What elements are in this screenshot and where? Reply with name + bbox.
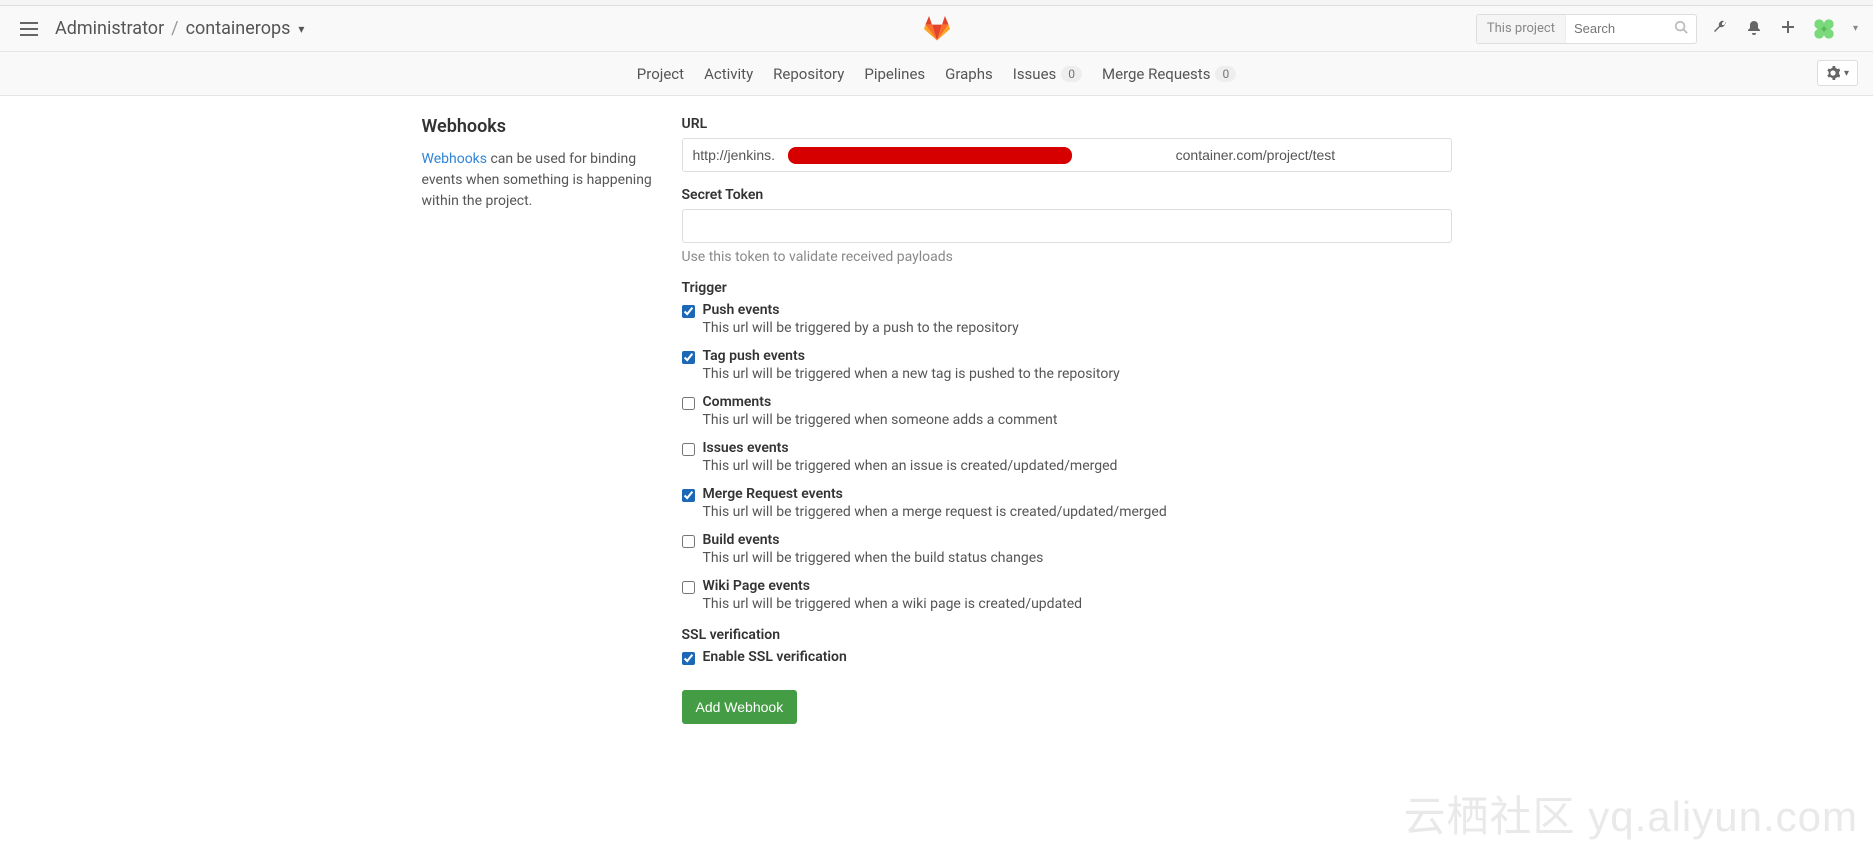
- nav-tabs: Project Activity Repository Pipelines Gr…: [637, 55, 1236, 93]
- trigger-label: Issues events: [703, 440, 1452, 456]
- trigger-item: Build events This url will be triggered …: [682, 532, 1452, 566]
- form-column: URL Secret Token Use this token to valid…: [682, 116, 1452, 724]
- tab-project[interactable]: Project: [637, 55, 684, 93]
- trigger-group: Trigger Push events This url will be tri…: [682, 280, 1452, 612]
- trigger-label: Merge Request events: [703, 486, 1452, 502]
- trigger-checkbox[interactable]: [682, 581, 695, 594]
- secret-help: Use this token to validate received payl…: [682, 249, 1452, 265]
- tab-mr-label: Merge Requests: [1102, 65, 1210, 83]
- trigger-desc: This url will be triggered by a push to …: [703, 320, 1452, 336]
- gear-icon: [1826, 66, 1840, 80]
- issues-badge: 0: [1061, 66, 1082, 82]
- trigger-item: Merge Request events This url will be tr…: [682, 486, 1452, 520]
- page-description: Webhooks can be used for binding events …: [422, 149, 662, 212]
- tab-graphs[interactable]: Graphs: [945, 55, 993, 93]
- trigger-label: Build events: [703, 532, 1452, 548]
- trigger-label: Push events: [703, 302, 1452, 318]
- webhooks-link[interactable]: Webhooks: [422, 151, 488, 167]
- trigger-item: Push events This url will be triggered b…: [682, 302, 1452, 336]
- trigger-checkbox[interactable]: [682, 443, 695, 456]
- header-right: This project ▾: [1476, 14, 1858, 44]
- trigger-desc: This url will be triggered when someone …: [703, 412, 1452, 428]
- trigger-desc: This url will be triggered when an issue…: [703, 458, 1452, 474]
- settings-button[interactable]: ▾: [1817, 60, 1858, 86]
- wrench-icon[interactable]: [1709, 16, 1731, 42]
- watermark: 云栖社区 yq.aliyun.com: [1404, 783, 1858, 844]
- trigger-desc: This url will be triggered when a wiki p…: [703, 596, 1452, 612]
- ssl-checkbox[interactable]: [682, 652, 695, 665]
- add-webhook-button[interactable]: Add Webhook: [682, 690, 798, 724]
- user-avatar[interactable]: [1811, 16, 1837, 42]
- avatar-image: [1812, 17, 1836, 41]
- tab-repository[interactable]: Repository: [773, 55, 844, 93]
- secret-input[interactable]: [682, 209, 1452, 243]
- chevron-down-icon: ▾: [1844, 68, 1849, 79]
- tab-issues[interactable]: Issues 0: [1013, 55, 1082, 93]
- trigger-desc: This url will be triggered when the buil…: [703, 550, 1452, 566]
- secret-label: Secret Token: [682, 187, 1452, 203]
- mr-badge: 0: [1215, 66, 1236, 82]
- search-input[interactable]: [1566, 21, 1666, 36]
- nav-row: Project Activity Repository Pipelines Gr…: [0, 52, 1873, 96]
- trigger-checkbox[interactable]: [682, 535, 695, 548]
- content: Webhooks Webhooks can be used for bindin…: [407, 116, 1467, 724]
- trigger-checkbox[interactable]: [682, 397, 695, 410]
- trigger-desc: This url will be triggered when a merge …: [703, 504, 1452, 520]
- tab-issues-label: Issues: [1013, 65, 1057, 83]
- ssl-group: SSL verification Enable SSL verification: [682, 627, 1452, 665]
- ssl-label: SSL verification: [682, 627, 1452, 643]
- trigger-item: Wiki Page events This url will be trigge…: [682, 578, 1452, 612]
- trigger-checkbox[interactable]: [682, 489, 695, 502]
- header-bar: Administrator / containerops ▾ This proj…: [0, 6, 1873, 52]
- trigger-item: Comments This url will be triggered when…: [682, 394, 1452, 428]
- plus-icon[interactable]: [1777, 16, 1799, 42]
- secret-group: Secret Token Use this token to validate …: [682, 187, 1452, 265]
- trigger-item: Issues events This url will be triggered…: [682, 440, 1452, 474]
- gitlab-logo[interactable]: [923, 16, 951, 46]
- search-icon[interactable]: [1666, 20, 1696, 38]
- search-box: This project: [1476, 14, 1697, 44]
- left-column: Webhooks Webhooks can be used for bindin…: [422, 116, 682, 724]
- bell-icon[interactable]: [1743, 16, 1765, 42]
- trigger-checkbox[interactable]: [682, 305, 695, 318]
- page-title: Webhooks: [422, 116, 662, 137]
- trigger-desc: This url will be triggered when a new ta…: [703, 366, 1452, 382]
- breadcrumb[interactable]: Administrator / containerops ▾: [53, 18, 306, 39]
- search-scope[interactable]: This project: [1477, 15, 1566, 43]
- trigger-label: Trigger: [682, 280, 1452, 296]
- ssl-check-label: Enable SSL verification: [703, 649, 1452, 665]
- trigger-label: Wiki Page events: [703, 578, 1452, 594]
- breadcrumb-project[interactable]: containerops: [186, 18, 291, 39]
- tab-activity[interactable]: Activity: [704, 55, 753, 93]
- trigger-item: Tag push events This url will be trigger…: [682, 348, 1452, 382]
- trigger-label: Tag push events: [703, 348, 1452, 364]
- breadcrumb-separator: /: [171, 18, 178, 39]
- breadcrumb-owner[interactable]: Administrator: [55, 18, 164, 39]
- chevron-down-icon[interactable]: ▾: [298, 22, 304, 36]
- url-label: URL: [682, 116, 1452, 132]
- avatar-chevron-icon[interactable]: ▾: [1853, 23, 1858, 34]
- trigger-list: Push events This url will be triggered b…: [682, 302, 1452, 612]
- trigger-label: Comments: [703, 394, 1452, 410]
- ssl-check-item: Enable SSL verification: [682, 649, 1452, 665]
- url-group: URL: [682, 116, 1452, 172]
- tab-merge-requests[interactable]: Merge Requests 0: [1102, 55, 1236, 93]
- tab-pipelines[interactable]: Pipelines: [864, 55, 925, 93]
- menu-icon[interactable]: [15, 17, 43, 41]
- trigger-checkbox[interactable]: [682, 351, 695, 364]
- redaction-bar: [788, 147, 1072, 164]
